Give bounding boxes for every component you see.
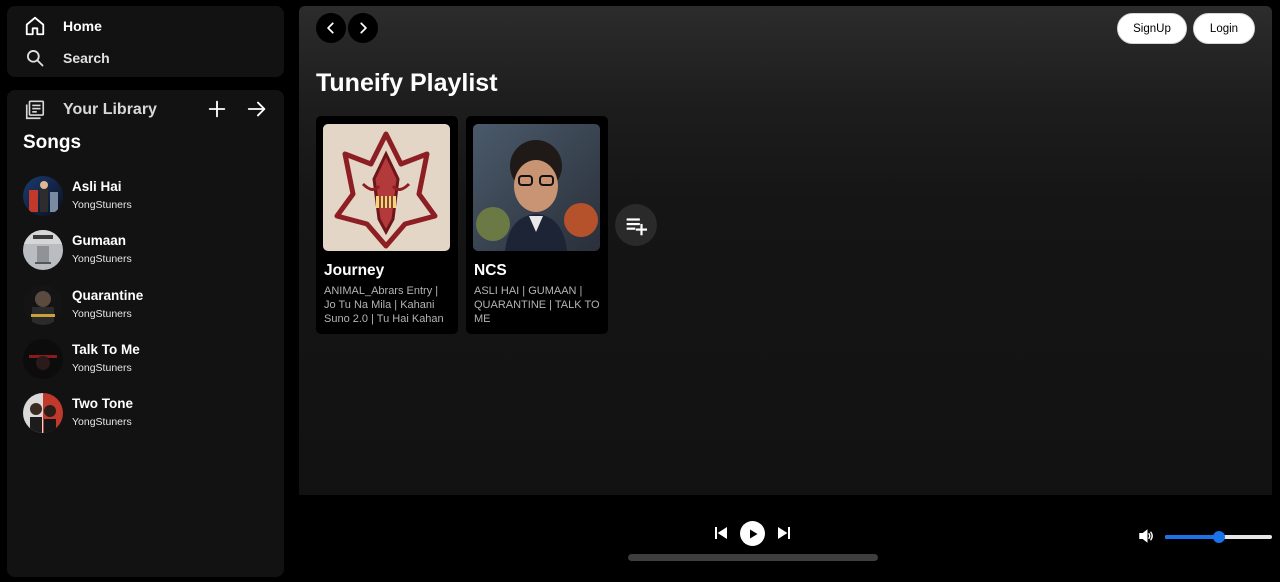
- nav-search-label: Search: [63, 50, 110, 66]
- main-content: SignUp Login Tuneify Playlist Journey AN…: [299, 6, 1272, 495]
- song-item[interactable]: Two Tone YongStuners: [23, 393, 273, 447]
- song-title: Two Tone: [72, 396, 133, 412]
- library-icon[interactable]: [24, 99, 46, 126]
- volume-fill: [1165, 535, 1219, 539]
- previous-button[interactable]: [712, 523, 730, 543]
- song-artist: YongStuners: [72, 199, 132, 211]
- page-title: Tuneify Playlist: [316, 69, 498, 97]
- chevron-left-icon: [327, 22, 334, 34]
- song-thumbnail: [23, 176, 63, 216]
- playlist-add-icon: [626, 218, 647, 236]
- add-icon[interactable]: [206, 98, 228, 125]
- playlist-card[interactable]: Journey ANIMAL_Abrars Entry | Jo Tu Na M…: [316, 116, 458, 334]
- add-to-playlist-button[interactable]: [615, 204, 657, 246]
- song-artist: YongStuners: [72, 253, 132, 266]
- song-title: Asli Hai: [72, 179, 122, 194]
- library-panel: Your Library Songs Asli Hai YongStuners: [7, 90, 284, 577]
- volume-knob[interactable]: [1212, 531, 1225, 543]
- library-header: Your Library: [22, 98, 272, 122]
- play-icon: [749, 529, 757, 538]
- player-bar: [299, 495, 1280, 582]
- song-item[interactable]: Quarantine YongStuners: [23, 284, 273, 339]
- volume-icon[interactable]: [1137, 527, 1155, 545]
- progress-bar[interactable]: [628, 554, 878, 561]
- arrow-right-icon[interactable]: [246, 98, 268, 125]
- song-item[interactable]: Asli Hai YongStuners: [23, 176, 273, 230]
- song-item[interactable]: Talk To Me YongStuners: [23, 338, 273, 393]
- playlist-cover: [473, 124, 600, 251]
- song-artist: YongStuners: [72, 361, 132, 374]
- back-button[interactable]: [316, 13, 346, 43]
- playlist-cover: [323, 124, 450, 251]
- song-thumbnail: [23, 338, 63, 379]
- playlist-title: NCS: [474, 262, 507, 279]
- songs-heading: Songs: [23, 132, 82, 153]
- song-artist: YongStuners: [72, 307, 132, 320]
- song-item[interactable]: Gumaan YongStuners: [23, 230, 273, 284]
- playlist-title: Journey: [324, 262, 385, 279]
- next-button[interactable]: [775, 523, 793, 543]
- chevron-right-icon: [360, 22, 367, 34]
- playlist-card[interactable]: NCS ASLI HAI | GUMAAN | QUARANTINE | TAL…: [466, 116, 608, 334]
- song-thumbnail: [23, 393, 63, 434]
- playlist-description: ASLI HAI | GUMAAN | QUARANTINE | TALK TO…: [474, 285, 600, 325]
- skip-previous-icon: [715, 527, 727, 539]
- volume-slider[interactable]: [1165, 531, 1272, 543]
- playlist-description: ANIMAL_Abrars Entry | Jo Tu Na Mila | Ka…: [324, 285, 444, 325]
- song-title: Gumaan: [72, 233, 127, 249]
- search-icon: [22, 45, 48, 71]
- library-title[interactable]: Your Library: [63, 101, 157, 119]
- forward-button[interactable]: [348, 13, 378, 43]
- nav-search[interactable]: Search: [22, 45, 110, 71]
- song-list: Asli Hai YongStuners Gumaan YongStuners: [23, 176, 273, 447]
- home-icon: [22, 13, 48, 39]
- song-artist: YongStuners: [72, 416, 132, 429]
- play-button[interactable]: [740, 521, 765, 546]
- song-thumbnail: [23, 230, 63, 271]
- song-thumbnail: [23, 284, 63, 325]
- signup-button[interactable]: SignUp: [1117, 13, 1187, 44]
- skip-next-icon: [778, 527, 790, 539]
- song-title: Quarantine: [72, 287, 144, 303]
- nav-panel: Home Search: [7, 6, 284, 77]
- login-button[interactable]: Login: [1193, 13, 1255, 44]
- nav-home-label: Home: [63, 18, 102, 34]
- nav-home[interactable]: Home: [22, 13, 102, 39]
- song-title: Talk To Me: [72, 341, 140, 357]
